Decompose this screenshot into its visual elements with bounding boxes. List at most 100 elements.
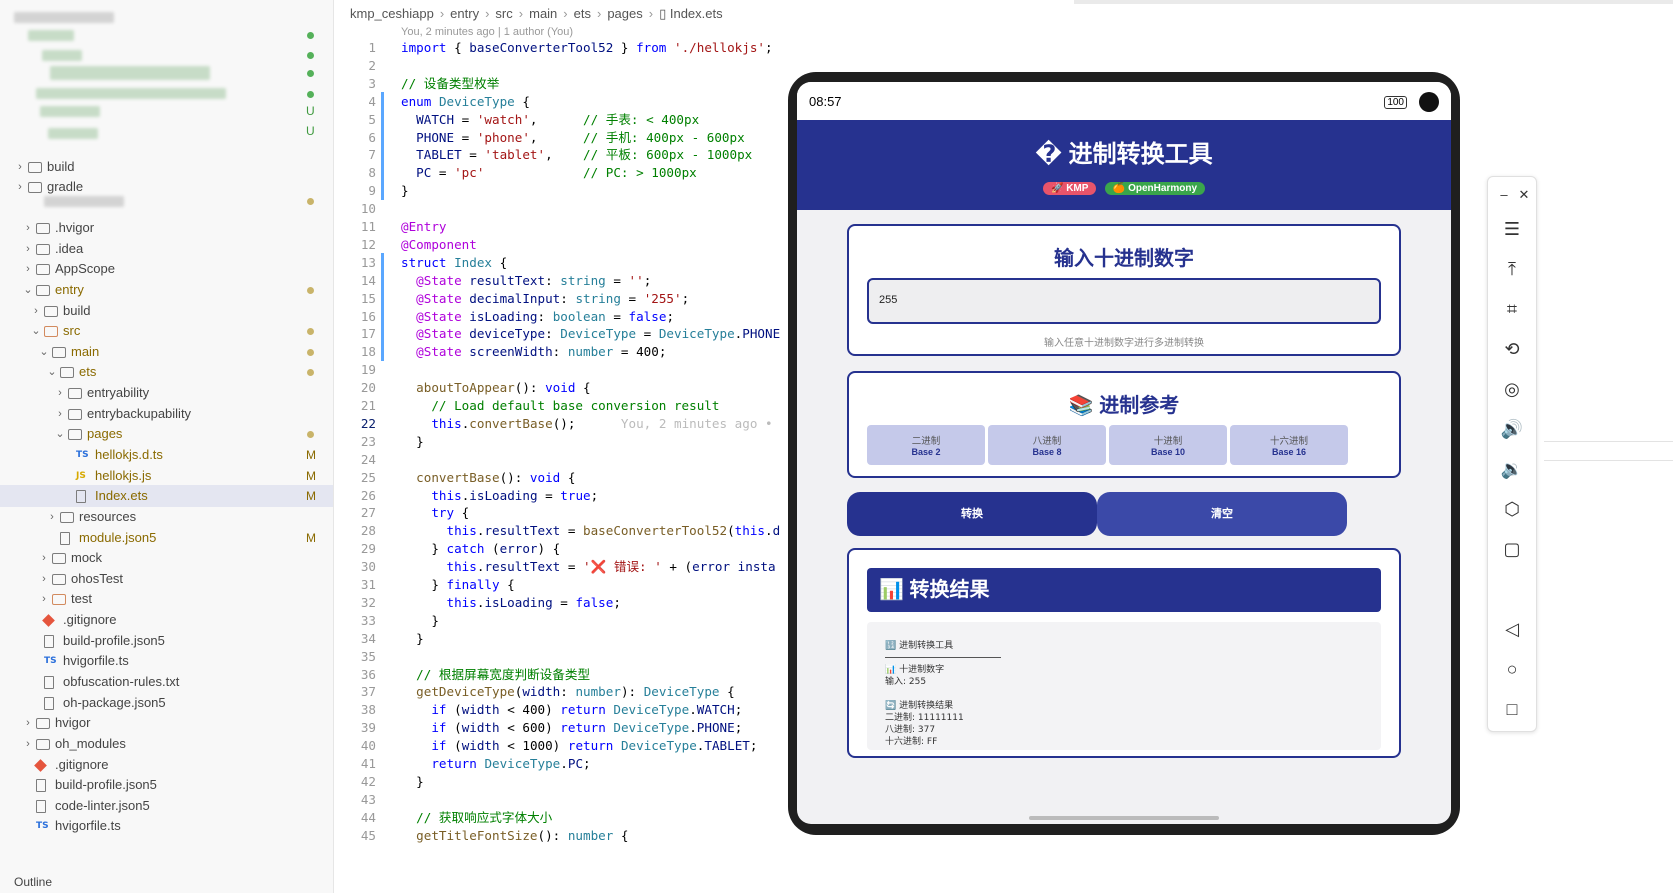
breadcrumb-item[interactable]: main [529,6,557,21]
tree-item-hvigorfile-ts[interactable]: TS hvigorfile.ts [0,815,333,837]
git-change-marker[interactable] [381,181,384,201]
chevron-down-icon[interactable]: ⌄ [38,341,50,363]
tree-item-entrybackupability[interactable]: › entrybackupability [0,403,333,425]
breadcrumb-item[interactable]: entry [450,6,479,21]
tree-item-oh-modules[interactable]: › oh_modules [0,733,333,755]
chevron-right-icon[interactable]: › [22,217,34,239]
git-change-marker[interactable] [381,342,384,362]
outline-section[interactable]: Outline [14,875,52,889]
tree-item-gitignore[interactable]: .gitignore [0,609,333,631]
chevron-right-icon[interactable]: › [22,712,34,734]
breadcrumb-item[interactable]: Index.ets [670,6,723,21]
pin-top-icon[interactable]: ⤒ [1488,257,1536,281]
tree-item-oh-package-json5[interactable]: oh-package.json5 [0,692,333,714]
breadcrumb-item[interactable]: pages [607,6,642,21]
tree-item-build-profile-json5[interactable]: build-profile.json5 [0,630,333,652]
rotate-icon[interactable]: ⟲ [1488,337,1536,361]
home-icon[interactable]: ○ [1488,657,1536,681]
close-icon[interactable]: ✕ [1500,183,1548,207]
base-name: 十进制 [1153,436,1183,447]
git-change-marker[interactable] [381,306,384,326]
code-text: // Load default base conversion result [431,398,720,413]
chevron-right-icon[interactable]: › [14,156,26,178]
tree-item-hvigorfile-ts[interactable]: TS hvigorfile.ts [0,650,333,672]
tree-item-build[interactable]: › build [0,300,333,322]
git-change-marker[interactable] [381,91,384,111]
tree-item-label: build-profile.json5 [55,777,157,792]
tree-item-src[interactable]: ⌄ src [0,320,333,342]
chevron-down-icon[interactable]: ⌄ [46,361,58,383]
tree-item-hvigor[interactable]: › .hvigor [0,217,333,239]
clear-button[interactable]: 清空 [1097,492,1347,536]
tree-item-main[interactable]: ⌄ main [0,341,333,363]
chevron-right-icon[interactable]: › [38,568,50,590]
base-8-chip[interactable]: 八进制 Base 8 [988,425,1106,465]
chevron-right-icon[interactable]: › [54,403,66,425]
menu-icon[interactable]: ☰ [1488,217,1536,241]
tree-item-appscope[interactable]: › AppScope [0,258,333,280]
tree-item-entry[interactable]: ⌄ entry [0,279,333,301]
tree-item-index-ets[interactable]: Index.ets M [0,485,333,507]
tree-item-build-profile-json5[interactable]: build-profile.json5 [0,774,333,796]
recents-icon[interactable]: □ [1488,697,1536,721]
tree-item-hvigor[interactable]: › hvigor [0,712,333,734]
chevron-right-icon[interactable]: › [38,547,50,569]
tree-item-module-json5[interactable]: module.json5 M [0,527,333,549]
folder-icon [68,388,82,399]
breadcrumb-item[interactable]: src [495,6,512,21]
tree-item-mock[interactable]: › mock [0,547,333,569]
chevron-down-icon[interactable]: ⌄ [54,423,66,445]
tree-item-idea[interactable]: › .idea [0,238,333,260]
chevron-right-icon[interactable]: › [22,258,34,280]
chevron-right-icon[interactable]: › [46,506,58,528]
tree-item-obfuscation-rules-txt[interactable]: obfuscation-rules.txt [0,671,333,693]
tree-item-gitignore[interactable]: .gitignore [0,754,333,776]
home-indicator[interactable] [1029,816,1219,820]
tree-item-test[interactable]: › test [0,588,333,610]
git-change-marker[interactable] [381,109,384,129]
git-change-marker[interactable] [381,252,384,272]
base-2-chip[interactable]: 二进制 Base 2 [867,425,985,465]
tree-item-label: mock [71,550,103,565]
tree-item-hellokjs-d-ts[interactable]: TS hellokjs.d.ts M [0,444,333,466]
crop-icon[interactable]: ⌗ [1488,297,1536,321]
tree-item-resources[interactable]: › resources [0,506,333,528]
tree-item-ohostest[interactable]: › ohosTest [0,568,333,590]
breadcrumb-item[interactable]: ets [574,6,591,21]
git-change-marker[interactable] [381,127,384,147]
tree-item-pages[interactable]: ⌄ pages [0,423,333,445]
chevron-right-icon[interactable]: › [30,300,42,322]
tree-item-code-linter-json5[interactable]: code-linter.json5 [0,795,333,817]
line-number: 10 [360,201,376,217]
chevron-down-icon[interactable]: ⌄ [22,279,34,301]
git-change-marker[interactable] [381,324,384,344]
volume-up-icon[interactable]: 🔊 [1488,417,1536,441]
back-icon[interactable]: ◁ [1488,617,1536,641]
chevron-right-icon[interactable]: › [22,238,34,260]
base-10-chip[interactable]: 十进制 Base 10 [1109,425,1227,465]
volume-down-icon[interactable]: 🔉 [1488,457,1536,481]
fullscreen-icon[interactable]: ▢ [1488,537,1536,561]
git-change-marker[interactable] [381,163,384,183]
chevron-right-icon[interactable]: › [38,588,50,610]
code-line[interactable]: 1 import { baseConverterTool52 } from './… [334,38,1114,57]
tree-item-ets[interactable]: ⌄ ets [0,361,333,383]
git-change-marker[interactable] [381,270,384,290]
convert-button[interactable]: 转换 [847,492,1097,536]
base-16-chip[interactable]: 十六进制 Base 16 [1230,425,1348,465]
tree-item-entryability[interactable]: › entryability [0,382,333,404]
chevron-down-icon[interactable]: ⌄ [30,320,42,342]
screenshot-icon[interactable]: ◎ [1488,377,1536,401]
decimal-input[interactable]: 255 [867,278,1381,324]
git-change-marker[interactable] [381,145,384,165]
device-screen[interactable]: 08:57 100 � 进制转换工具 🚀 KMP 🍊 OpenHarmony 输… [797,82,1451,824]
tree-item-hellokjs-js[interactable]: JS hellokjs.js M [0,465,333,487]
fold-icon[interactable]: ⬡ [1488,497,1536,521]
tree-item-build[interactable]: › build [0,156,333,178]
chevron-right-icon[interactable]: › [54,382,66,404]
breadcrumb-item[interactable]: kmp_ceshiapp [350,6,434,21]
chevron-right-icon[interactable]: › [14,176,26,198]
tree-item-gradle[interactable]: › gradle [0,176,333,198]
git-change-marker[interactable] [381,288,384,308]
chevron-right-icon[interactable]: › [22,733,34,755]
